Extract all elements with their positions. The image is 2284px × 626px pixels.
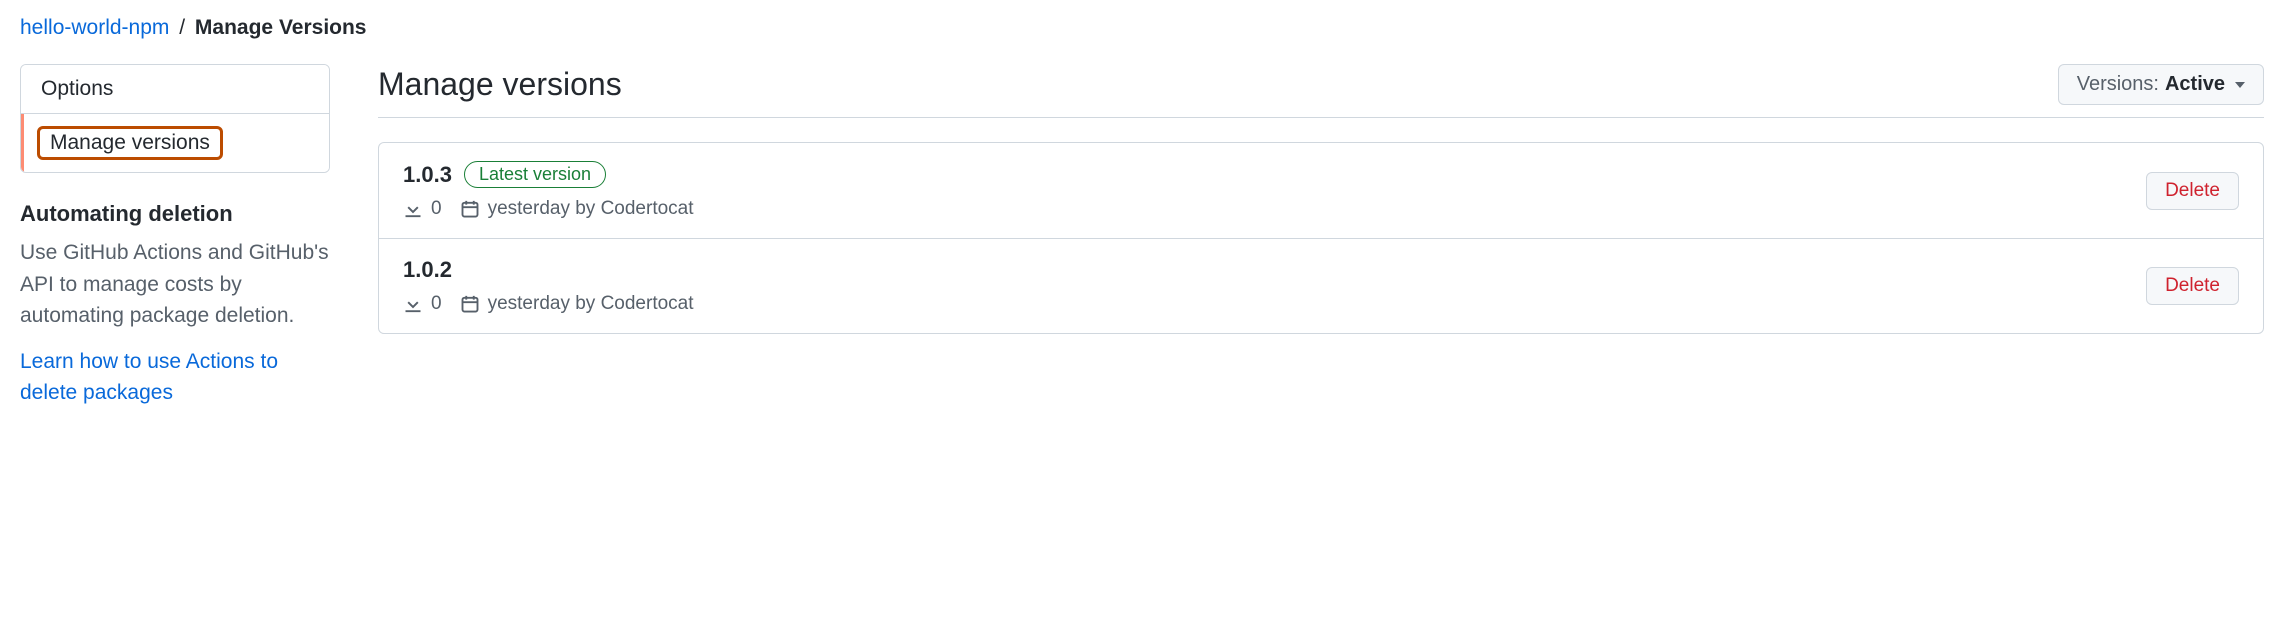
sidebar-item-label: Manage versions — [50, 131, 210, 154]
main-header: Manage versions Versions: Active — [378, 64, 2264, 118]
breadcrumb: hello-world-npm / Manage Versions — [20, 16, 2264, 40]
filter-label: Versions: — [2077, 73, 2159, 96]
sidebar-item-highlight: Manage versions — [37, 126, 223, 160]
version-row: 1.0.2 0 yesterday — [379, 239, 2263, 333]
published-text: yesterday by Codertocat — [488, 198, 694, 220]
versions-filter-dropdown[interactable]: Versions: Active — [2058, 64, 2264, 105]
sidebar-item-label: Options — [41, 77, 113, 100]
sidebar-item-options[interactable]: Options — [21, 65, 329, 114]
chevron-down-icon — [2235, 82, 2245, 88]
published-meta: yesterday by Codertocat — [460, 293, 694, 315]
downloads-count: 0 — [431, 293, 442, 315]
breadcrumb-separator: / — [179, 16, 185, 39]
page-title: Manage versions — [378, 66, 622, 103]
downloads-meta: 0 — [403, 198, 442, 220]
breadcrumb-current: Manage Versions — [195, 16, 367, 39]
published-meta: yesterday by Codertocat — [460, 198, 694, 220]
latest-version-badge: Latest version — [464, 161, 606, 188]
automation-learn-link[interactable]: Learn how to use Actions to delete packa… — [20, 350, 278, 405]
version-list: 1.0.3 Latest version 0 — [378, 142, 2264, 334]
calendar-icon — [460, 199, 480, 219]
version-row: 1.0.3 Latest version 0 — [379, 143, 2263, 239]
main-content: Manage versions Versions: Active 1.0.3 L… — [378, 64, 2264, 409]
sidebar-menu: Options Manage versions — [20, 64, 330, 173]
breadcrumb-package-link[interactable]: hello-world-npm — [20, 16, 169, 39]
download-icon — [403, 294, 423, 314]
automation-description: Use GitHub Actions and GitHub's API to m… — [20, 237, 330, 332]
download-icon — [403, 199, 423, 219]
downloads-count: 0 — [431, 198, 442, 220]
sidebar-item-manage-versions[interactable]: Manage versions — [21, 114, 329, 172]
filter-value: Active — [2165, 73, 2225, 96]
delete-button[interactable]: Delete — [2146, 267, 2239, 305]
delete-button[interactable]: Delete — [2146, 172, 2239, 210]
published-text: yesterday by Codertocat — [488, 293, 694, 315]
sidebar: Options Manage versions Automating delet… — [20, 64, 330, 409]
downloads-meta: 0 — [403, 293, 442, 315]
automation-heading: Automating deletion — [20, 201, 330, 227]
version-number: 1.0.2 — [403, 257, 452, 283]
calendar-icon — [460, 294, 480, 314]
version-number: 1.0.3 — [403, 162, 452, 188]
